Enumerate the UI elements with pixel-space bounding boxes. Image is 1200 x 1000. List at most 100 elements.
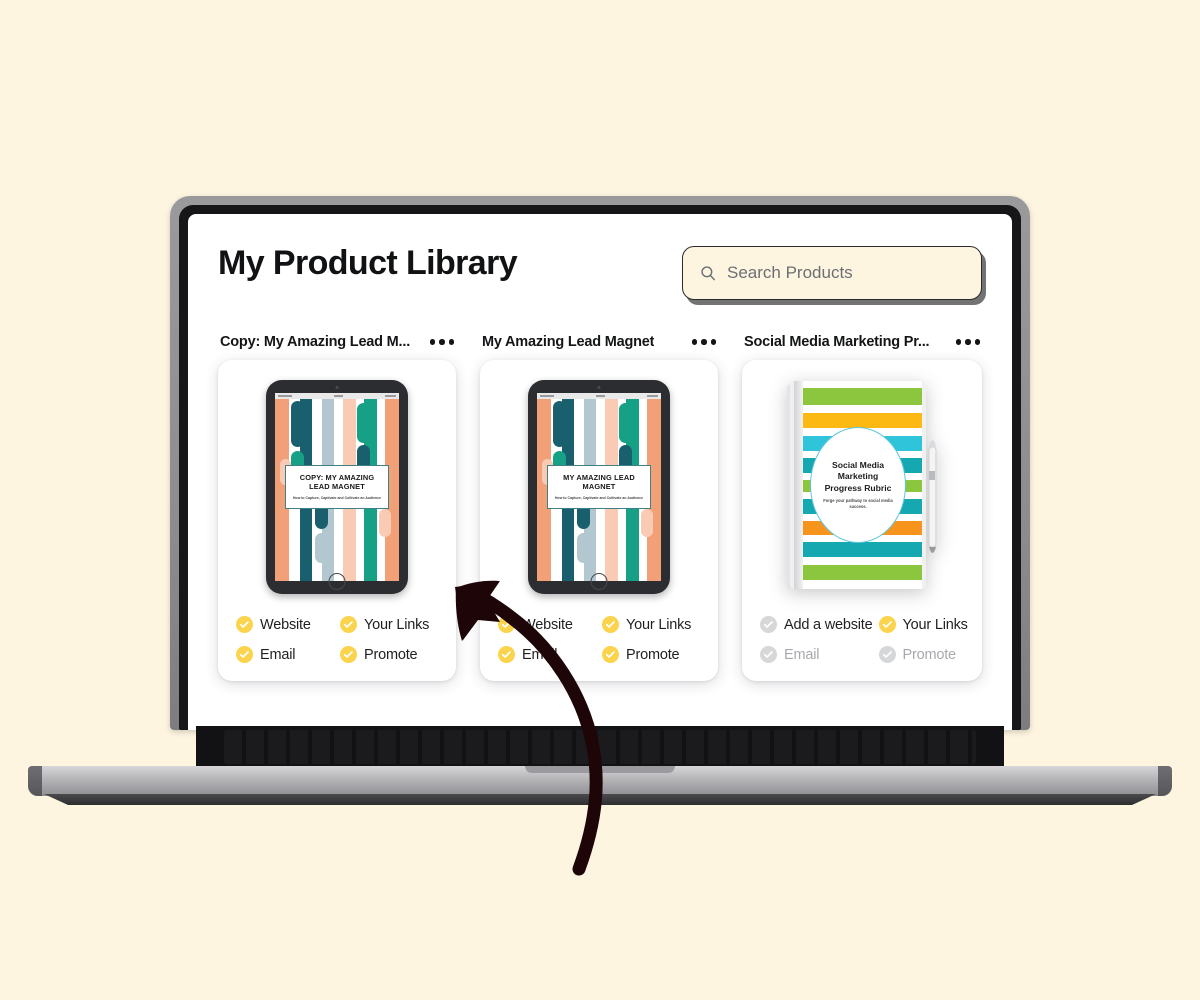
product-title: My Amazing Lead Magnet — [482, 334, 655, 350]
dot-icon — [955, 339, 961, 345]
product-title: Copy: My Amazing Lead M... — [220, 334, 411, 350]
cover-text-block: COPY: MY AMAZING LEAD MAGNET How to Capt… — [285, 464, 389, 510]
laptop-base-right-edge — [1158, 766, 1172, 796]
check-circle-icon — [760, 616, 777, 633]
page-title: My Product Library — [218, 244, 518, 282]
status-label: Email — [522, 646, 558, 663]
check-circle-icon — [878, 616, 896, 633]
product-grid: Copy: My Amazing Lead M... COPY: MY AMAZ… — [218, 334, 982, 681]
tablet-mockup: COPY: MY AMAZING LEAD MAGNET How to Capt… — [266, 380, 408, 594]
status-badge[interactable]: Promote — [340, 646, 438, 663]
check-circle-icon — [498, 646, 515, 663]
cover-title: COPY: MY AMAZING LEAD MAGNET — [299, 472, 375, 492]
battery-icon — [647, 395, 658, 397]
status-badge[interactable]: Email — [236, 646, 334, 663]
product-header: My Amazing Lead Magnet — [480, 334, 718, 350]
cover-subtitle: How to Capture, Captivate and Cultivate … — [554, 496, 644, 501]
status-label: Website — [522, 616, 573, 633]
cover-subtitle: Forge your pathway to social media succe… — [823, 497, 893, 509]
product-column: Social Media Marketing Pr... Social Medi… — [742, 334, 982, 681]
status-badge[interactable]: Website — [498, 616, 596, 633]
product-thumbnail: Social Media Marketing Progress Rubric F… — [756, 374, 968, 600]
status-label: Your Links — [902, 616, 968, 633]
check-circle-icon — [498, 616, 515, 633]
product-menu-button[interactable] — [691, 335, 716, 349]
status-label: Your Links — [364, 616, 430, 633]
status-badge[interactable]: Email — [498, 646, 596, 663]
status-badge[interactable]: Your Links — [340, 616, 438, 633]
status-badge[interactable]: Your Links — [878, 616, 968, 633]
status-label: Add a website — [784, 616, 873, 633]
status-label: Your Links — [626, 616, 692, 633]
status-badge[interactable]: Add a website — [760, 616, 873, 633]
check-circle-icon — [340, 646, 357, 663]
status-badge-group: Website Your Links Email Promote — [494, 616, 704, 663]
status-label: Promote — [364, 646, 418, 663]
pen-icon — [928, 440, 937, 553]
status-badge[interactable]: Website — [236, 616, 334, 633]
tablet-screen: MY AMAZING LEAD MAGNET How to Capture, C… — [537, 393, 661, 581]
cover-text-block: MY AMAZING LEAD MAGNET How to Capture, C… — [547, 464, 651, 510]
product-card[interactable]: MY AMAZING LEAD MAGNET How to Capture, C… — [480, 360, 718, 681]
dot-icon — [691, 339, 697, 345]
dot-icon — [974, 339, 980, 345]
battery-icon — [385, 395, 396, 397]
dot-icon — [439, 339, 445, 345]
product-column: Copy: My Amazing Lead M... COPY: MY AMAZ… — [218, 334, 456, 681]
product-card[interactable]: Social Media Marketing Progress Rubric F… — [742, 360, 982, 681]
product-menu-button[interactable] — [429, 335, 454, 349]
app-header: My Product Library — [218, 246, 982, 300]
signal-icon — [540, 395, 554, 397]
status-badge[interactable]: Promote — [878, 646, 968, 663]
tablet-screen: COPY: MY AMAZING LEAD MAGNET How to Capt… — [275, 393, 399, 581]
status-badge[interactable]: Email — [760, 646, 873, 663]
search-icon — [701, 266, 716, 281]
notebook-mockup: Social Media Marketing Progress Rubric F… — [787, 381, 937, 593]
cover-text-block: Social Media Marketing Progress Rubric F… — [810, 427, 906, 543]
clock-icon — [334, 395, 343, 397]
laptop-screen: My Product Library Search Products Copy:… — [188, 214, 1012, 730]
check-circle-icon — [602, 616, 619, 633]
status-badge[interactable]: Promote — [602, 646, 700, 663]
dot-icon — [429, 339, 435, 345]
search-input[interactable] — [727, 263, 965, 283]
status-label: Website — [260, 616, 311, 633]
search-box[interactable] — [682, 246, 982, 300]
laptop-lid: My Product Library Search Products Copy:… — [170, 196, 1030, 730]
status-label: Promote — [902, 646, 957, 663]
app-window: My Product Library Search Products Copy:… — [188, 214, 1012, 730]
check-circle-icon — [878, 646, 896, 663]
status-label: Promote — [626, 646, 680, 663]
cover-subtitle: How to Capture, Captivate and Cultivate … — [292, 496, 382, 501]
check-circle-icon — [340, 616, 357, 633]
clock-icon — [596, 395, 605, 397]
status-badge-group: Website Your Links Email Promote — [232, 616, 442, 663]
product-title: Social Media Marketing Pr... — [744, 334, 930, 350]
cover-title: MY AMAZING LEAD MAGNET — [563, 472, 635, 492]
status-label: Email — [260, 646, 296, 663]
laptop-base-notch — [525, 766, 675, 773]
product-thumbnail: COPY: MY AMAZING LEAD MAGNET How to Capt… — [232, 374, 442, 600]
check-circle-icon — [602, 646, 619, 663]
product-header: Social Media Marketing Pr... — [742, 334, 982, 350]
dot-icon — [701, 339, 707, 345]
screenshot-stage: My Product Library Search Products Copy:… — [0, 0, 1200, 1000]
product-column: My Amazing Lead Magnet MY AMAZING LEAD M… — [480, 334, 718, 681]
laptop-base — [28, 766, 1172, 796]
check-circle-icon — [236, 646, 253, 663]
laptop-bezel: My Product Library Search Products Copy:… — [179, 205, 1021, 730]
product-menu-button[interactable] — [955, 335, 980, 349]
product-thumbnail: MY AMAZING LEAD MAGNET How to Capture, C… — [494, 374, 704, 600]
signal-icon — [278, 395, 292, 397]
status-badge[interactable]: Your Links — [602, 616, 700, 633]
notebook-spine — [794, 381, 803, 589]
notebook-cover: Social Media Marketing Progress Rubric F… — [794, 381, 922, 589]
dot-icon — [710, 339, 716, 345]
cover-title: Social Media Marketing Progress Rubric — [824, 460, 892, 493]
status-badge-group: Add a website Your Links Email Promote — [756, 616, 968, 663]
status-label: Email — [784, 646, 820, 663]
dot-icon — [965, 339, 971, 345]
product-card[interactable]: COPY: MY AMAZING LEAD MAGNET How to Capt… — [218, 360, 456, 681]
check-circle-icon — [236, 616, 253, 633]
laptop-base-left-edge — [28, 766, 42, 796]
